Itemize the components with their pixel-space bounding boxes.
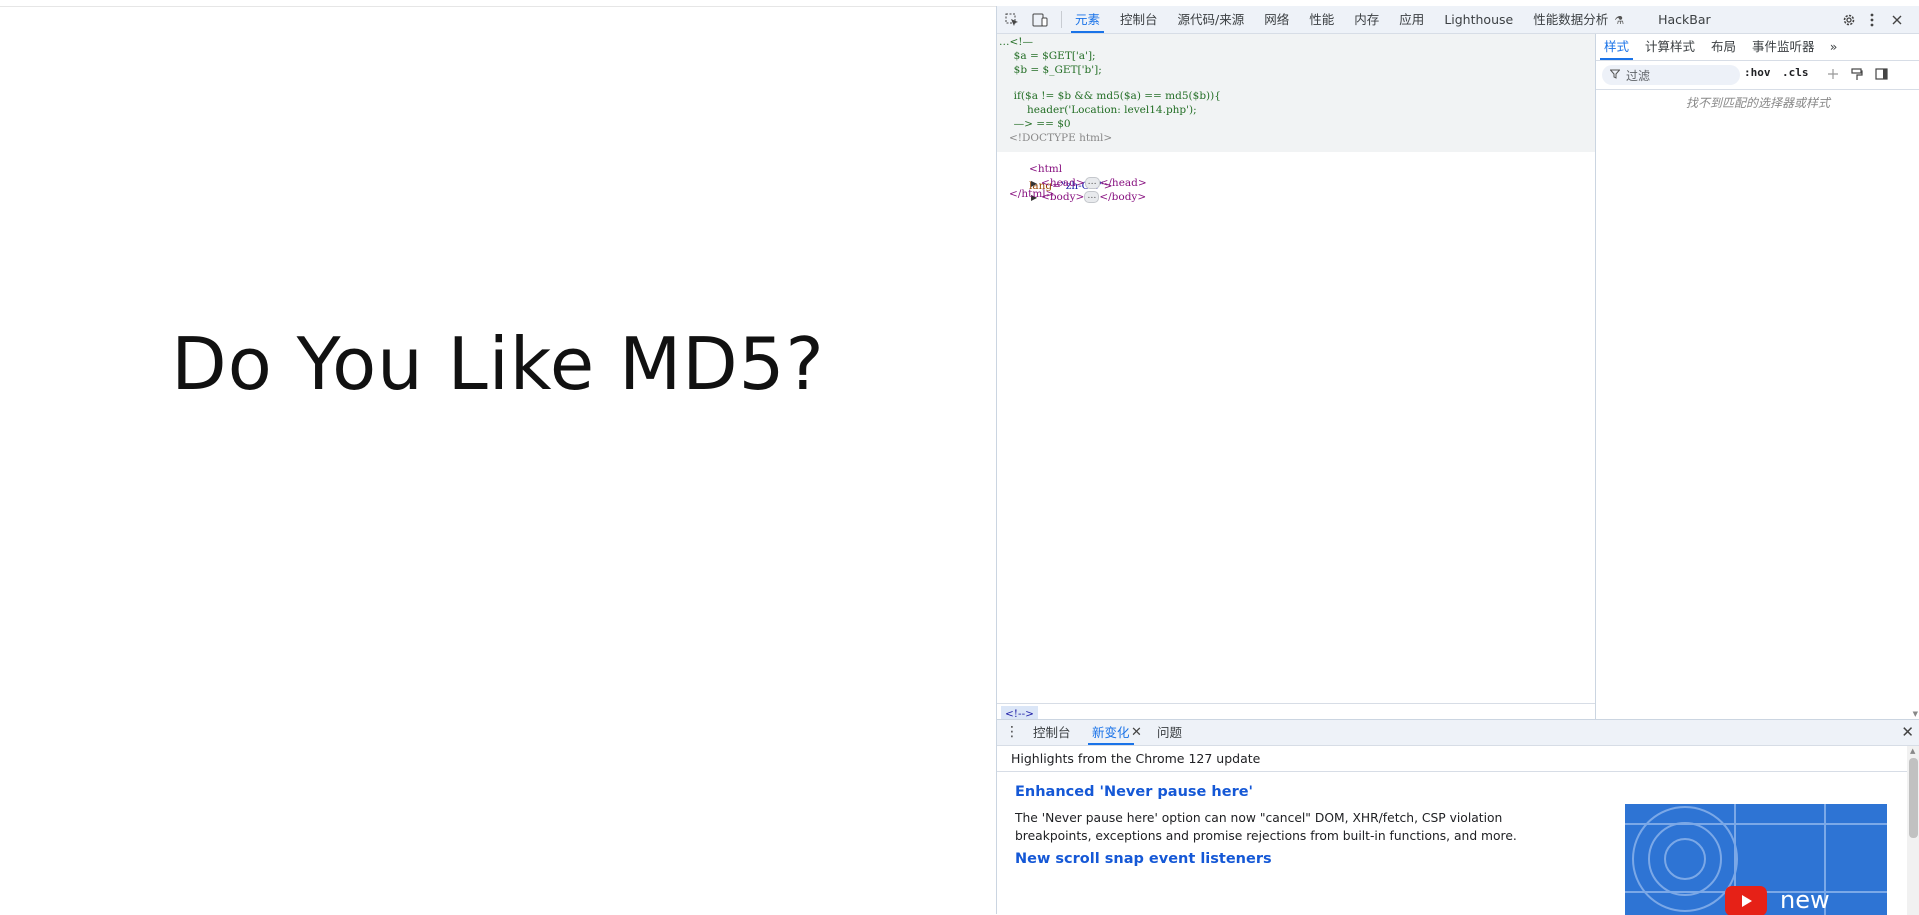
devtools-panel: 元素 控制台 源代码/来源 网络 性能 内存 应用 Lighthouse 性能数… bbox=[996, 6, 1919, 915]
tab-styles[interactable]: 样式 bbox=[1596, 34, 1637, 60]
collapsed-ellipsis[interactable]: … bbox=[1084, 191, 1100, 203]
devtools-main-tabs: 元素 控制台 源代码/来源 网络 性能 内存 应用 Lighthouse 性能数… bbox=[1065, 6, 1721, 33]
close-tab-icon[interactable]: ✕ bbox=[1131, 720, 1142, 745]
styles-pane: 样式 计算样式 布局 事件监听器 » 过滤 :hov .cls 找不到匹配的选择… bbox=[1596, 34, 1919, 719]
inspect-element-icon[interactable] bbox=[1002, 10, 1022, 30]
tab-sources[interactable]: 源代码/来源 bbox=[1168, 6, 1255, 33]
scroll-up-arrow-icon[interactable]: ▲ bbox=[1910, 747, 1915, 755]
elements-tree: …<!— $a = $GET['a']; $b = $_GET['b']; if… bbox=[997, 34, 1596, 725]
drawer-scrollbar[interactable]: ▲ bbox=[1907, 746, 1919, 915]
promo-text: new bbox=[1780, 886, 1830, 914]
more-options-kebab-icon[interactable] bbox=[1862, 10, 1882, 30]
tab-layout[interactable]: 布局 bbox=[1703, 34, 1744, 60]
hov-toggle-button[interactable]: :hov bbox=[1744, 66, 1771, 79]
tab-application[interactable]: 应用 bbox=[1389, 6, 1434, 33]
feature-description: The 'Never pause here' option can now "c… bbox=[1015, 811, 1517, 843]
toggle-sidebar-icon[interactable] bbox=[1872, 65, 1890, 83]
page-top-divider bbox=[0, 6, 996, 7]
devtools-tabbar: 元素 控制台 源代码/来源 网络 性能 内存 应用 Lighthouse 性能数… bbox=[997, 6, 1919, 34]
html-close-tag: </html> bbox=[1009, 188, 1055, 200]
feature-title[interactable]: New scroll snap event listeners bbox=[1015, 851, 1272, 867]
cls-toggle-button[interactable]: .cls bbox=[1782, 66, 1809, 79]
tab-event-listeners[interactable]: 事件监听器 bbox=[1744, 34, 1823, 60]
tab-computed[interactable]: 计算样式 bbox=[1637, 34, 1703, 60]
more-tabs-chevron-icon[interactable]: » bbox=[1823, 34, 1845, 60]
flask-icon: ⚗ bbox=[1614, 14, 1625, 27]
no-matching-styles-message: 找不到匹配的选择器或样式 bbox=[1685, 96, 1830, 110]
devtools-drawer: ⋮ 控制台 新变化 ✕ 问题 ✕ Highlights from the Chr… bbox=[997, 719, 1919, 915]
scrollbar-thumb[interactable] bbox=[1909, 758, 1918, 838]
tab-elements[interactable]: 元素 bbox=[1065, 6, 1110, 33]
tab-performance-insights[interactable]: 性能数据分析 ⚗ bbox=[1523, 6, 1634, 33]
toolbar-separator bbox=[1061, 11, 1062, 28]
new-style-rule-plus-icon[interactable] bbox=[1824, 65, 1842, 83]
feature-title[interactable]: Enhanced 'Never pause here' bbox=[1015, 784, 1253, 800]
filter-funnel-icon bbox=[1609, 69, 1621, 82]
play-button-icon[interactable] bbox=[1725, 886, 1767, 915]
code-line: $b = $_GET['b']; bbox=[1007, 64, 1102, 76]
tab-console[interactable]: 控制台 bbox=[1110, 6, 1168, 33]
page-heading: Do You Like MD5? bbox=[171, 322, 825, 406]
paint-roller-icon[interactable] bbox=[1848, 65, 1866, 83]
tab-network[interactable]: 网络 bbox=[1254, 6, 1299, 33]
tab-hackbar[interactable]: HackBar bbox=[1648, 6, 1721, 33]
whats-new-heading: Highlights from the Chrome 127 update bbox=[997, 746, 1907, 772]
filter-placeholder: 过滤 bbox=[1626, 68, 1651, 83]
inspected-page: Do You Like MD5? bbox=[0, 0, 996, 914]
styles-filter-row: 过滤 :hov .cls bbox=[1596, 61, 1919, 90]
tab-performance[interactable]: 性能 bbox=[1299, 6, 1344, 33]
drawer-tab-console[interactable]: 控制台 bbox=[1033, 720, 1071, 745]
settings-gear-icon[interactable] bbox=[1839, 10, 1859, 30]
tab-memory[interactable]: 内存 bbox=[1344, 6, 1389, 33]
drawer-tab-whats-new[interactable]: 新变化 bbox=[1088, 720, 1133, 745]
device-toolbar-icon[interactable] bbox=[1030, 10, 1050, 30]
styles-tabs: 样式 计算样式 布局 事件监听器 » bbox=[1596, 34, 1919, 61]
styles-filter-input[interactable]: 过滤 bbox=[1602, 65, 1740, 85]
scroll-down-arrow-icon[interactable]: ▼ bbox=[1913, 710, 1918, 718]
close-devtools-icon[interactable] bbox=[1887, 10, 1907, 30]
drawer-menu-kebab-icon[interactable]: ⋮ bbox=[1005, 720, 1019, 745]
tab-lighthouse[interactable]: Lighthouse bbox=[1434, 6, 1523, 33]
drawer-tab-issues[interactable]: 问题 bbox=[1157, 720, 1182, 745]
whats-new-promo-video-thumbnail[interactable]: new bbox=[1625, 804, 1887, 915]
close-drawer-icon[interactable]: ✕ bbox=[1901, 720, 1914, 745]
drawer-tabbar: ⋮ 控制台 新变化 ✕ 问题 ✕ bbox=[997, 720, 1919, 746]
